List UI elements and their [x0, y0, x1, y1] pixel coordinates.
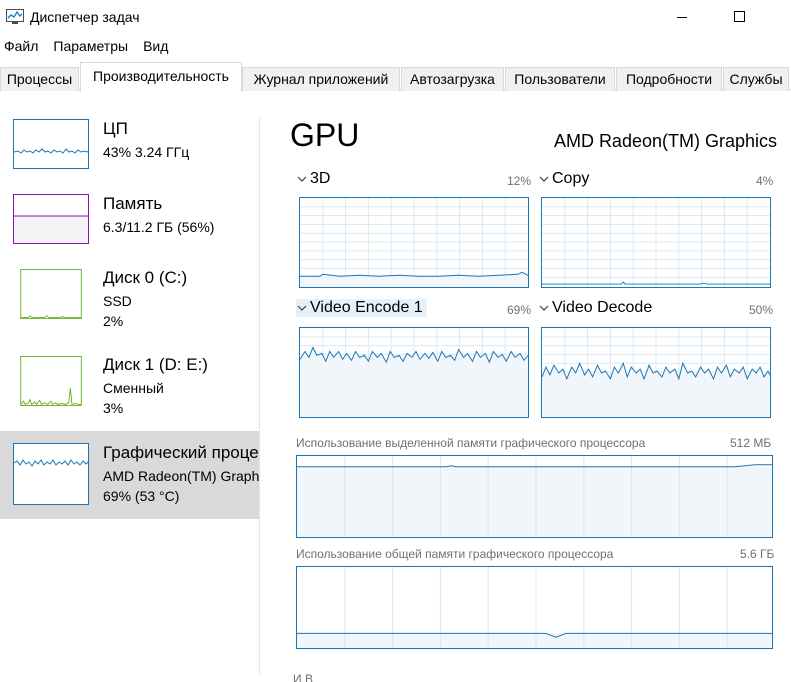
sidebar-item-detail: 6.3/11.2 ГБ (56%) — [103, 219, 215, 235]
shared-memory-value: 5.6 ГБ — [740, 547, 775, 561]
sidebar-item-detail: SSD — [103, 293, 132, 309]
menu-bar: Файл Параметры Вид — [0, 36, 179, 58]
sidebar-item-title: Графический процессор 0 — [103, 443, 260, 462]
engine-percent: 69% — [507, 303, 532, 317]
tab-bar: Процессы Производительность Журнал прило… — [0, 62, 791, 92]
engine-selector-3d[interactable]: 3D — [296, 170, 334, 188]
dedicated-memory-label: Использование выделенной памяти графичес… — [296, 436, 646, 450]
chevron-down-icon — [539, 305, 549, 311]
dedicated-memory-graph — [296, 455, 773, 538]
engine-name: Copy — [552, 170, 590, 187]
engine-name: Video Encode 1 — [310, 299, 423, 316]
sidebar-divider — [259, 118, 260, 674]
engine-percent: 12% — [507, 174, 532, 188]
menu-view[interactable]: Вид — [139, 36, 175, 58]
tab-performance[interactable]: Производительность — [80, 62, 242, 92]
minimize-button[interactable] — [659, 0, 705, 32]
sidebar-item-gpu[interactable]: Графический процессор 0 AMD Radeon(TM) G… — [0, 431, 260, 519]
truncated-stats-row: И В — [293, 672, 313, 682]
tab-startup[interactable]: Автозагрузка — [401, 67, 504, 91]
chevron-down-icon — [297, 176, 307, 182]
sidebar-item-usage: 3% — [103, 400, 124, 416]
shared-memory-graph — [296, 566, 773, 649]
task-manager-icon — [6, 9, 24, 24]
cpu-sparkline — [13, 119, 89, 169]
engine-selector-video-encode[interactable]: Video Encode 1 — [296, 299, 427, 317]
sidebar-item-title: ЦП — [103, 119, 128, 138]
gpu-model-name: AMD Radeon(TM) Graphics — [553, 131, 777, 151]
engine-selector-copy[interactable]: Copy — [538, 170, 593, 188]
disk0-sparkline — [20, 269, 82, 319]
performance-sidebar: ЦП 43% 3.24 ГГц Память 6.3/11.2 ГБ (56%)… — [0, 91, 260, 682]
memory-sparkline — [13, 194, 89, 244]
gpu-sparkline — [13, 443, 89, 505]
engine-graph-copy — [541, 197, 771, 288]
tab-processes[interactable]: Процессы — [0, 67, 79, 91]
engine-graph-video-decode — [541, 327, 771, 418]
engine-name: Video Decode — [552, 299, 653, 316]
sidebar-item-usage: 2% — [103, 313, 124, 329]
engine-selector-video-decode[interactable]: Video Decode — [538, 299, 656, 317]
maximize-icon — [733, 11, 745, 22]
engine-name: 3D — [310, 170, 331, 187]
chevron-down-icon — [539, 176, 549, 182]
tab-services[interactable]: Службы — [723, 67, 789, 91]
engine-graph-video-encode — [299, 327, 529, 418]
menu-file[interactable]: Файл — [0, 36, 45, 58]
shared-memory-label: Использование общей памяти графического … — [296, 547, 614, 561]
engine-percent: 50% — [749, 303, 774, 317]
engine-graph-3d — [299, 197, 529, 288]
disk1-sparkline — [20, 356, 82, 406]
maximize-button[interactable] — [716, 0, 762, 32]
chevron-down-icon — [297, 305, 307, 311]
sidebar-item-detail: Сменный — [103, 380, 164, 396]
sidebar-item-disk1[interactable]: Диск 1 (D: E:) Сменный 3% — [0, 348, 260, 430]
sidebar-item-title: Диск 0 (C:) — [103, 268, 188, 287]
sidebar-item-disk0[interactable]: Диск 0 (C:) SSD 2% — [0, 261, 260, 343]
minimize-icon — [677, 16, 687, 18]
title-bar: Диспетчер задач — [0, 0, 791, 34]
engine-percent: 4% — [756, 174, 774, 188]
tab-details[interactable]: Подробности — [616, 67, 722, 91]
tab-app-history[interactable]: Журнал приложений — [242, 67, 400, 91]
sidebar-item-detail: 43% 3.24 ГГц — [103, 144, 190, 160]
sidebar-item-detail: AMD Radeon(TM) Graphics — [103, 468, 260, 484]
window-title: Диспетчер задач — [30, 9, 140, 25]
dedicated-memory-value: 512 МБ — [730, 436, 772, 450]
menu-options[interactable]: Параметры — [49, 36, 135, 58]
sidebar-item-title: Память — [103, 194, 163, 213]
sidebar-item-title: Диск 1 (D: E:) — [103, 355, 208, 374]
sidebar-item-cpu[interactable]: ЦП 43% 3.24 ГГц — [0, 111, 260, 193]
sidebar-item-memory[interactable]: Память 6.3/11.2 ГБ (56%) — [0, 186, 260, 268]
page-title: GPU — [290, 117, 360, 153]
tab-users[interactable]: Пользователи — [505, 67, 615, 91]
sidebar-item-usage: 69% (53 °C) — [103, 488, 180, 504]
